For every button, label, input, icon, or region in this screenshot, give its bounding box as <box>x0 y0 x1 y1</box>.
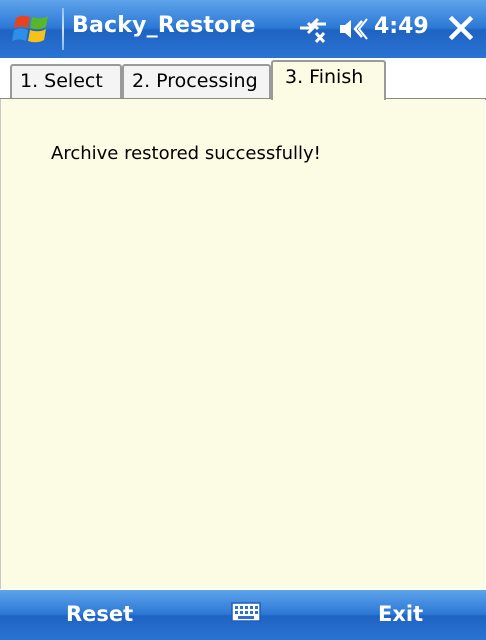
exit-button[interactable]: Exit <box>378 602 423 626</box>
title-separator <box>62 8 64 50</box>
tab-finish[interactable]: 3. Finish <box>271 60 386 100</box>
clock[interactable]: 4:49 <box>374 14 429 39</box>
device-screen: Backy_Restore 4:49 1. Select 2. Processi… <box>0 0 486 640</box>
tab-processing[interactable]: 2. Processing <box>122 64 271 98</box>
tab-select[interactable]: 1. Select <box>10 64 122 98</box>
connectivity-icon[interactable] <box>296 16 330 44</box>
app-title: Backy_Restore <box>72 13 256 38</box>
tab-strip: 1. Select 2. Processing 3. Finish <box>0 58 486 100</box>
reset-button[interactable]: Reset <box>66 602 133 626</box>
volume-icon[interactable] <box>338 16 368 42</box>
finish-panel: Archive restored successfully! <box>0 99 485 589</box>
title-bar: Backy_Restore 4:49 <box>0 0 486 58</box>
softkey-bar: Reset Exit <box>0 590 486 640</box>
status-message: Archive restored successfully! <box>51 143 321 164</box>
close-icon[interactable] <box>446 12 476 44</box>
windows-start-icon[interactable] <box>12 10 54 48</box>
keyboard-icon[interactable] <box>231 601 261 623</box>
